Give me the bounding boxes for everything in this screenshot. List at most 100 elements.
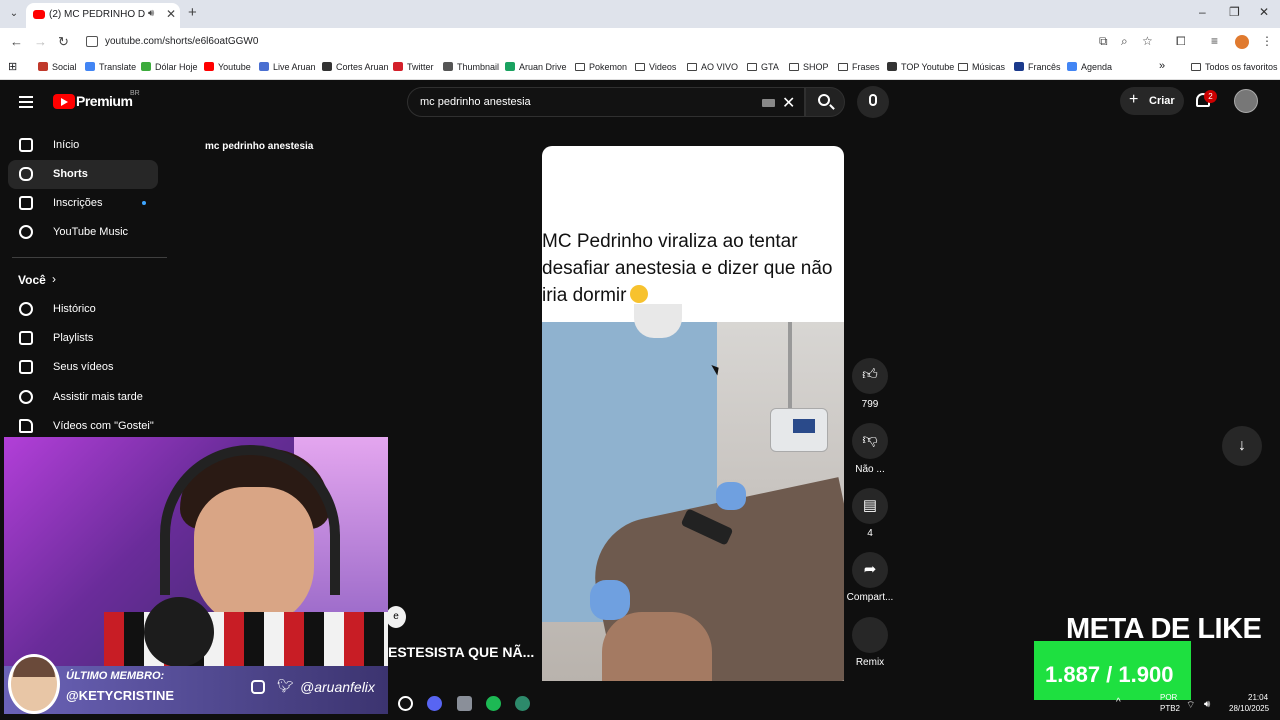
bookmark-item[interactable]: Videos — [635, 62, 676, 72]
voice-search-button[interactable] — [857, 86, 889, 118]
search-input[interactable]: mc pedrinho anestesia ✕ — [407, 87, 805, 117]
create-button[interactable]: + Criar — [1120, 87, 1184, 115]
you-section-title[interactable]: Você — [18, 273, 46, 287]
site-info-icon[interactable] — [86, 36, 98, 47]
speaker-icon[interactable]: 🔊︎ — [148, 8, 154, 19]
tray-chevron-icon[interactable]: ^ — [1116, 697, 1121, 708]
clock-date[interactable]: 28/10/2025 — [1229, 704, 1269, 713]
browser-tab-bar: ⌄ (2) MC PEDRINHO DESAFIA 🔊︎ ✕ + – ❐ ✕ — [0, 0, 1280, 28]
bookmark-item[interactable]: SHOP — [789, 62, 829, 72]
bookmark-item[interactable]: Live Aruan — [259, 62, 316, 72]
next-video-title[interactable]: ESTESISTA QUE NÃ... — [388, 644, 534, 660]
install-app-icon[interactable]: ⧉ — [1099, 34, 1108, 49]
bookmark-star-icon[interactable]: ☆ — [1142, 34, 1153, 48]
youtube-premium-logo[interactable]: Premium — [76, 93, 133, 109]
sidebar-item-inscricoes[interactable]: Inscrições — [8, 189, 158, 218]
bookmark-label: Thumbnail — [457, 62, 500, 72]
discord-icon[interactable] — [427, 696, 442, 711]
share-label: Compart... — [846, 592, 894, 603]
keyboard-icon[interactable] — [762, 99, 775, 107]
bookmark-item[interactable]: AO VIVO — [687, 62, 738, 72]
forward-icon[interactable]: → — [34, 34, 47, 49]
user-avatar[interactable] — [1234, 89, 1258, 113]
bookmark-favicon-icon — [322, 62, 332, 71]
bookmark-item[interactable]: Social — [38, 62, 77, 72]
bookmark-label: Live Aruan — [273, 62, 316, 72]
app-icon[interactable] — [515, 696, 530, 711]
sidebar-item-inicio[interactable]: Início — [8, 131, 158, 160]
next-short-arrow-icon[interactable]: ↓ — [1222, 426, 1262, 466]
infusion-pump — [770, 408, 828, 452]
menu-icon[interactable]: ⋮ — [1261, 34, 1273, 48]
volume-icon[interactable]: 🔊︎ — [1204, 699, 1210, 710]
search-button[interactable] — [805, 87, 845, 117]
sidebar-item-historico[interactable]: Histórico — [8, 295, 158, 324]
language-indicator[interactable]: POR — [1160, 693, 1177, 702]
like-button[interactable]: 👍︎ — [852, 358, 888, 394]
reload-icon[interactable]: ↻ — [58, 34, 69, 50]
bookmark-favicon-icon — [505, 62, 515, 71]
bookmark-item[interactable]: Francês — [1014, 62, 1061, 72]
restore-icon[interactable]: ❐ — [1229, 5, 1240, 19]
bookmark-item[interactable]: Thumbnail — [443, 62, 499, 72]
bookmark-item[interactable]: Músicas — [958, 62, 1005, 72]
clear-search-icon[interactable]: ✕ — [782, 93, 795, 113]
new-content-dot — [142, 201, 146, 205]
close-tab-icon[interactable]: ✕ — [166, 7, 176, 21]
bookmark-favicon-icon — [141, 62, 151, 71]
tab-search-dropdown-icon[interactable]: ⌄ — [6, 6, 22, 22]
profile-avatar[interactable] — [1235, 35, 1249, 49]
bookmark-item[interactable]: TOP Youtube — [887, 62, 954, 72]
bookmark-item[interactable]: Pokemon — [575, 62, 627, 72]
like-count: 799 — [861, 399, 879, 410]
apps-grid-icon[interactable]: ⊞ — [8, 60, 17, 73]
bookmark-item[interactable]: Twitter — [393, 62, 434, 72]
url-field[interactable]: youtube.com/shorts/e6l6oatGGW0 — [105, 36, 258, 47]
sidebar-item-label: Assistir mais tarde — [53, 391, 143, 403]
menu-hamburger-icon[interactable] — [19, 96, 33, 108]
sidebar-item-label: Shorts — [53, 168, 88, 180]
sidebar-item-shorts[interactable]: Shorts — [8, 160, 158, 189]
bookmark-item[interactable]: Translate — [85, 62, 136, 72]
minimize-icon[interactable]: – — [1199, 5, 1206, 19]
short-video-player[interactable]: MC Pedrinho viraliza ao tentar desafiar … — [542, 146, 844, 681]
dislike-button[interactable]: 👎︎ — [852, 423, 888, 459]
spotify-icon[interactable] — [486, 696, 501, 711]
history-icon — [19, 302, 33, 316]
bookmark-item[interactable]: GTA — [747, 62, 779, 72]
bookmark-item[interactable]: Agenda — [1067, 62, 1112, 72]
bookmark-item[interactable]: Cortes Aruan — [322, 62, 389, 72]
more-bookmarks-icon[interactable]: » — [1159, 60, 1165, 72]
plus-icon: + — [1129, 91, 1139, 108]
zoom-icon[interactable]: ⌕ — [1121, 34, 1128, 49]
app-g-icon[interactable] — [398, 696, 413, 711]
youtube-logo-icon[interactable] — [53, 94, 75, 109]
back-icon[interactable]: ← — [10, 34, 23, 49]
bookmark-label: Cortes Aruan — [336, 62, 389, 72]
remix-button[interactable] — [852, 617, 888, 653]
bookmark-item[interactable]: Frases — [838, 62, 880, 72]
bookmark-favicon-icon — [1067, 62, 1077, 71]
bookmark-item[interactable]: Dólar Hoje — [141, 62, 198, 72]
comments-button[interactable]: ▤ — [852, 488, 888, 524]
wifi-icon[interactable]: ⌔ — [1186, 699, 1195, 712]
chevron-right-icon[interactable]: › — [52, 272, 56, 286]
browser-tab[interactable]: (2) MC PEDRINHO DESAFIA 🔊︎ ✕ — [26, 3, 180, 28]
sidebar-item-youtube-music[interactable]: YouTube Music — [8, 218, 158, 247]
close-window-icon[interactable]: ✕ — [1259, 5, 1269, 19]
camera-icon[interactable] — [457, 696, 472, 711]
bookmark-item[interactable]: Youtube — [204, 62, 251, 72]
bookmark-item[interactable]: Aruan Drive — [505, 62, 567, 72]
sidebar-item-assistir-mais-tarde[interactable]: Assistir mais tarde — [8, 383, 158, 412]
sidebar-item-seus-videos[interactable]: Seus vídeos — [8, 353, 158, 382]
share-button[interactable]: ➦ — [852, 552, 888, 588]
media-controls-icon[interactable]: ≡ — [1211, 34, 1218, 48]
sidebar-item-playlists[interactable]: Playlists — [8, 324, 158, 353]
keyboard-layout[interactable]: PTB2 — [1160, 704, 1180, 713]
comments-count: 4 — [867, 528, 873, 539]
address-bar-row: ← → ↻ youtube.com/shorts/e6l6oatGGW0 ⧉ ⌕… — [0, 28, 1280, 56]
extensions-icon[interactable]: ⧠ — [1176, 34, 1186, 49]
new-tab-icon[interactable]: + — [188, 4, 197, 21]
all-favorites-folder[interactable]: Todos os favoritos — [1191, 62, 1278, 72]
clock-time[interactable]: 21:04 — [1248, 693, 1268, 702]
